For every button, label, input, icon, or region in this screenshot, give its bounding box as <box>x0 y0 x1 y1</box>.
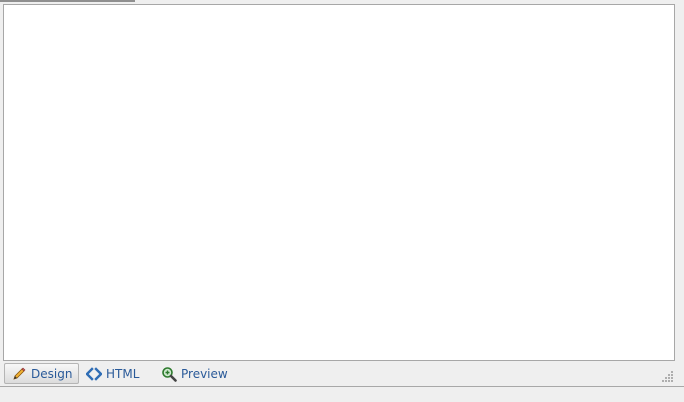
magnifier-icon <box>161 366 177 382</box>
tab-preview[interactable]: Preview <box>155 363 235 384</box>
editor-mode-tabbar: Design HTML Preview <box>0 361 684 387</box>
pencil-icon <box>11 366 27 382</box>
tab-preview-label: Preview <box>181 366 228 381</box>
active-tab-indicator <box>0 0 135 2</box>
status-bar <box>0 387 684 402</box>
resize-grip[interactable] <box>662 367 674 382</box>
code-brackets-icon <box>86 366 102 382</box>
tab-design[interactable]: Design <box>4 363 79 384</box>
tab-html[interactable]: HTML <box>80 363 150 384</box>
tab-html-label: HTML <box>106 366 140 381</box>
design-editor-area[interactable] <box>3 4 675 361</box>
tab-design-label: Design <box>31 366 73 381</box>
